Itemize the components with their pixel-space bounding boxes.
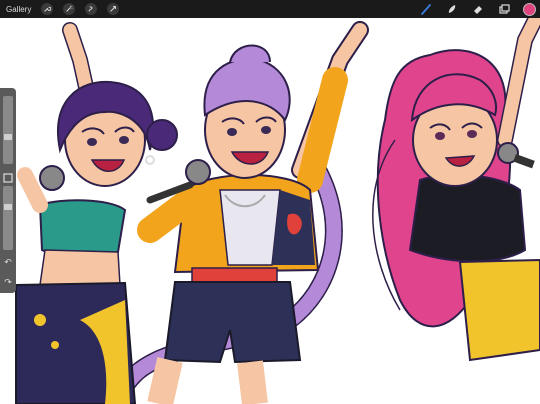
layers-icon[interactable] xyxy=(497,2,511,16)
gallery-button[interactable]: Gallery xyxy=(6,5,31,14)
drawing-canvas[interactable] xyxy=(0,18,540,404)
modify-button[interactable] xyxy=(3,170,13,183)
color-picker-swatch[interactable] xyxy=(523,2,536,16)
sidebar-panel: ↶ ↷ xyxy=(0,88,16,293)
brush-size-slider[interactable] xyxy=(3,96,13,164)
brush-size-thumb[interactable] xyxy=(4,134,12,140)
smudge-icon[interactable] xyxy=(445,2,459,16)
eraser-icon[interactable] xyxy=(471,2,485,16)
brush-icon[interactable] xyxy=(419,2,433,16)
opacity-slider[interactable] xyxy=(3,186,13,250)
artwork xyxy=(15,18,540,404)
right-toolbar xyxy=(419,0,536,18)
top-toolbar: Gallery xyxy=(0,0,540,18)
redo-icon[interactable]: ↷ xyxy=(2,276,14,288)
opacity-thumb[interactable] xyxy=(4,204,12,210)
transform-arrow-icon[interactable] xyxy=(107,3,120,15)
wrench-icon[interactable] xyxy=(41,3,54,15)
undo-icon[interactable]: ↶ xyxy=(2,256,14,268)
magic-wand-icon[interactable] xyxy=(63,3,76,15)
selection-icon[interactable] xyxy=(85,3,98,15)
